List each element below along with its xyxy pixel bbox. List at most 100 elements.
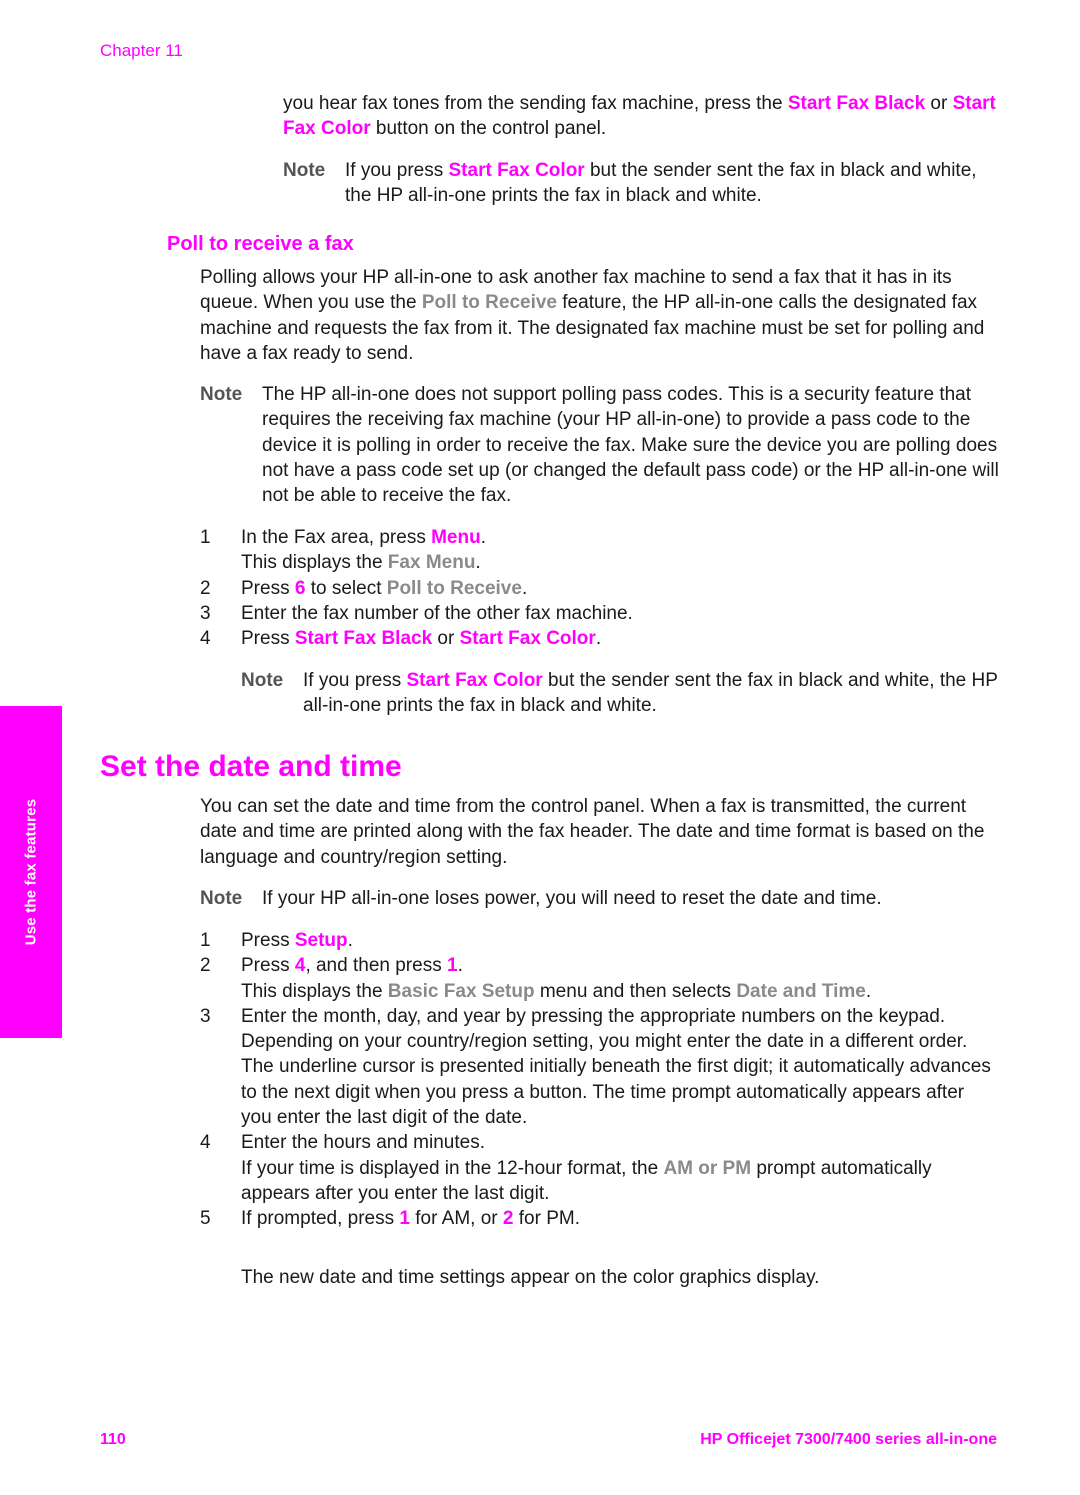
menu-term: Fax Menu	[387, 552, 476, 574]
text-run: The HP all-in-one does not support polli…	[262, 384, 999, 507]
step-number: 4	[200, 1132, 211, 1154]
step-text: Press 6 to select Poll to Receive.	[241, 576, 1000, 601]
text-run: .	[457, 955, 463, 977]
control-panel-button-term: 4	[294, 955, 306, 977]
note-label: Note	[200, 384, 243, 405]
text-run: menu and then selects	[534, 980, 737, 1002]
text-run: .	[347, 930, 353, 951]
date-steps: 1 Press Setup. 2 Press 4, and then press 1.…	[200, 928, 1000, 1232]
closing-paragraph: The new date and time settings appear on…	[241, 1265, 1001, 1290]
text-run: Press	[241, 955, 295, 977]
text-run: In the Fax area, press	[241, 527, 432, 548]
text-run: to select	[305, 577, 387, 599]
text-run: or	[925, 93, 953, 114]
text-run: for AM, or	[409, 1208, 503, 1230]
text-run: .	[480, 527, 486, 548]
text-run: you hear fax tones from the sending fax …	[283, 93, 788, 114]
text-run: , and then press	[305, 955, 447, 977]
menu-term: Basic Fax Setup	[387, 980, 535, 1002]
step-text: Enter the hours and minutes. If your time…	[241, 1130, 1000, 1206]
control-panel-button-term: 1	[446, 955, 458, 977]
note-text: The HP all-in-one does not support polli…	[262, 382, 1000, 508]
text-run: Enter the month, day, and year by pressi…	[241, 1005, 968, 1053]
side-tab-label: Use the fax features	[22, 798, 40, 946]
text-run: The new date and time settings appear on…	[241, 1267, 820, 1288]
control-panel-button-term: 1	[399, 1208, 410, 1230]
step-text: If prompted, press 1 for AM, or 2 for PM…	[241, 1206, 1000, 1231]
menu-term: AM or PM	[663, 1157, 752, 1179]
text-run: If you press	[345, 160, 449, 181]
step-text: Press 4, and then press 1. This displays …	[241, 953, 1000, 1004]
note-label: Note	[241, 670, 284, 691]
poll-note: Note The HP all-in-one does not support …	[200, 382, 1000, 508]
step-text: Press Setup.	[241, 928, 1000, 953]
control-panel-button-term: Start Fax Color	[406, 670, 543, 691]
step-number: 5	[200, 1208, 211, 1230]
control-panel-button-term: 2	[502, 1208, 514, 1230]
text-run: This displays the	[241, 980, 388, 1002]
text-run: or	[432, 628, 460, 650]
chapter-label: Chapter 11	[100, 41, 183, 60]
date-paragraph: You can set the date and time from the c…	[200, 794, 1005, 870]
control-panel-button-term: Start Fax Black	[294, 628, 433, 650]
intro-block: you hear fax tones from the sending fax …	[283, 91, 998, 142]
step-item: 1 Press Setup.	[200, 928, 1000, 953]
step-text: Enter the month, day, and year by pressi…	[241, 1004, 1000, 1130]
step-number: 1	[200, 527, 211, 548]
text-run: for PM.	[513, 1208, 580, 1230]
text-run: Press	[241, 930, 295, 951]
note-text: If your HP all-in-one loses power, you w…	[262, 886, 1000, 911]
note-text: If you press Start Fax Color but the sen…	[345, 158, 998, 209]
step-item: 4 Enter the hours and minutes. If your tim…	[200, 1130, 1000, 1206]
date-note: Note If your HP all-in-one loses power, …	[200, 886, 1000, 911]
text-run: The underline cursor is presented initia…	[241, 1056, 991, 1129]
step-item: 2 Press 4, and then press 1. This displays…	[200, 953, 1000, 1004]
step-item: 3 Enter the month, day, and year by press…	[200, 1004, 1000, 1130]
text-run: If your time is displayed in the 12-hour…	[241, 1157, 664, 1179]
step-text: Enter the fax number of the other fax ma…	[241, 601, 1000, 626]
step-number: 4	[200, 628, 211, 650]
text-run: .	[521, 577, 528, 599]
text-run: Enter the fax number of the other fax ma…	[241, 602, 633, 624]
step-number: 2	[200, 577, 211, 599]
note-text: If you press Start Fax Color but the sen…	[303, 668, 1001, 719]
intro-paragraph: you hear fax tones from the sending fax …	[283, 91, 998, 142]
date-closing: The new date and time settings appear on…	[241, 1265, 1001, 1290]
text-run: .	[865, 980, 872, 1002]
text-run: .	[475, 552, 481, 574]
step-item: 2 Press 6 to select Poll to Receive.	[200, 576, 1000, 601]
menu-term: Poll to Receive	[421, 292, 557, 314]
control-panel-button-term: Menu	[431, 527, 481, 548]
control-panel-button-term: 6	[294, 577, 306, 599]
text-run: button on the control panel.	[370, 118, 607, 140]
text-run: Press	[241, 628, 295, 650]
page-number: 110	[100, 1431, 126, 1448]
poll-intro: Polling allows your HP all-in-one to ask…	[200, 265, 1000, 366]
text-run: This displays the	[241, 552, 388, 574]
date-intro: You can set the date and time from the c…	[200, 794, 1005, 870]
step-number: 3	[200, 1005, 211, 1027]
poll-paragraph: Polling allows your HP all-in-one to ask…	[200, 265, 1000, 366]
text-run: If you press	[303, 670, 407, 691]
note-label: Note	[200, 888, 243, 909]
step-number: 3	[200, 602, 211, 624]
intro-note: Note If you press Start Fax Color but th…	[283, 158, 998, 209]
section-heading-poll: Poll to receive a fax	[167, 233, 354, 255]
step-text: Press Start Fax Black or Start Fax Color…	[241, 626, 1000, 651]
step-item: 3 Enter the fax number of the other fax m…	[200, 601, 1000, 626]
section-heading-date-time: Set the date and time	[100, 750, 402, 783]
text-run: You can set the date and time from the c…	[200, 796, 985, 868]
step-item: 5 If prompted, press 1 for AM, or 2 for P…	[200, 1206, 1000, 1231]
step-text: In the Fax area, press Menu. This display…	[241, 525, 1000, 576]
menu-term: Poll to Receive	[386, 577, 522, 599]
step-number: 2	[200, 955, 211, 977]
control-panel-button-term: Start Fax Black	[787, 93, 926, 114]
note-label: Note	[283, 160, 326, 181]
menu-term: Date and Time	[736, 980, 866, 1002]
text-run: Enter the hours and minutes.	[241, 1132, 485, 1154]
text-run: If prompted, press	[241, 1208, 400, 1230]
text-run: .	[595, 628, 602, 650]
step-item: 1 In the Fax area, press Menu. This displa…	[200, 525, 1000, 576]
text-run: If your HP all-in-one loses power, you w…	[262, 888, 882, 909]
control-panel-button-term: Start Fax Color	[459, 628, 596, 650]
